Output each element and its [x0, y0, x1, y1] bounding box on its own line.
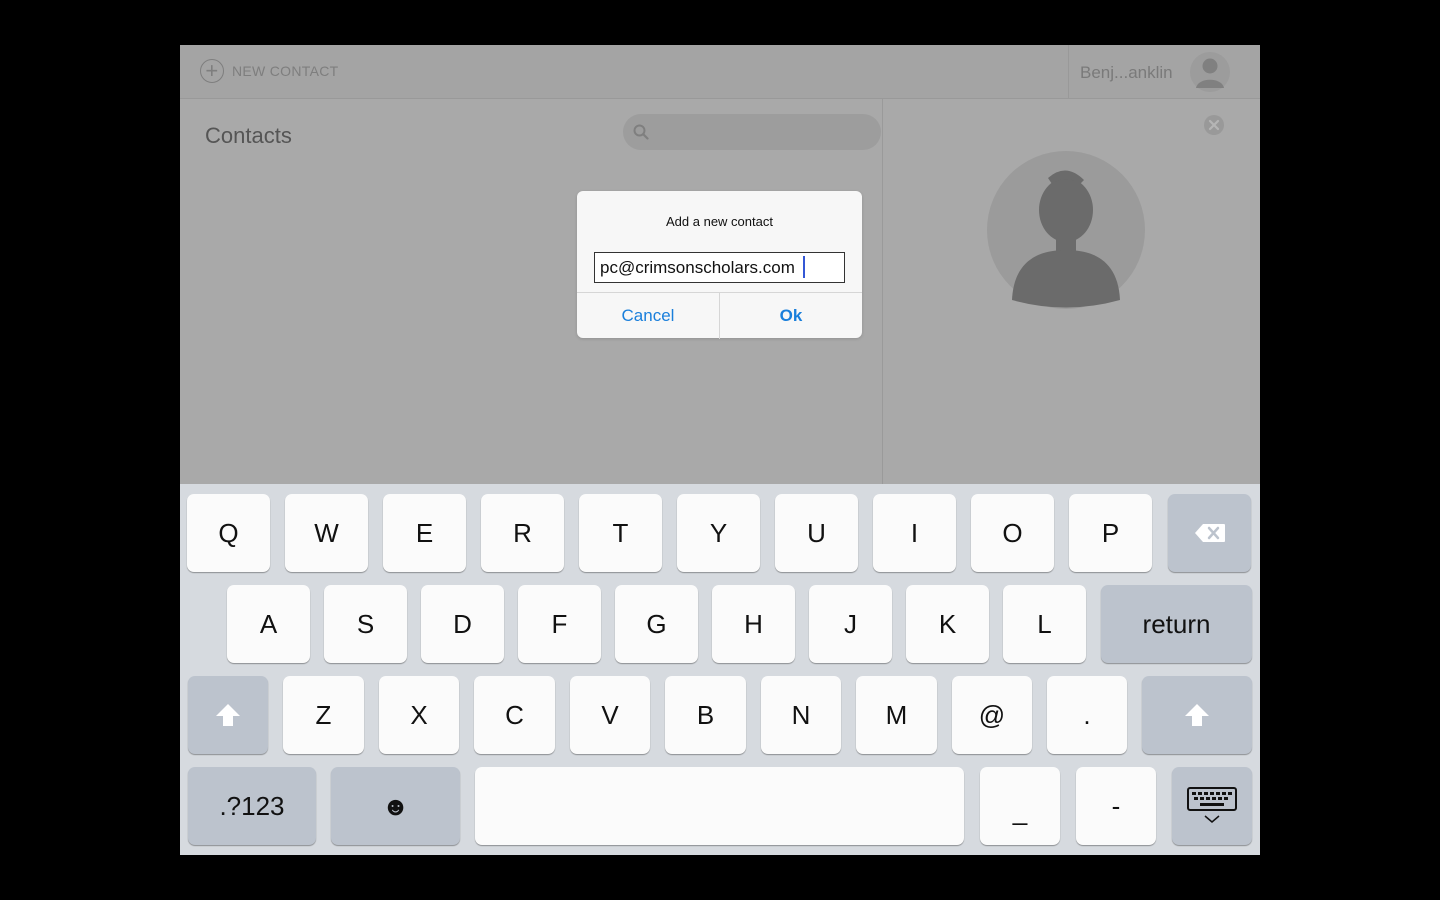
key-g[interactable]: G [615, 585, 698, 663]
key-s[interactable]: S [324, 585, 407, 663]
cancel-button[interactable]: Cancel [577, 293, 720, 339]
backspace-key[interactable] [1168, 494, 1251, 572]
key-m[interactable]: M [856, 676, 937, 754]
key-r[interactable]: R [481, 494, 564, 572]
key-dash[interactable]: - [1076, 767, 1156, 845]
key-c[interactable]: C [474, 676, 555, 754]
hide-keyboard-key[interactable] [1172, 767, 1252, 845]
shift-icon [1185, 704, 1209, 726]
shift-key-left[interactable] [188, 676, 268, 754]
key-z[interactable]: Z [283, 676, 364, 754]
key-e[interactable]: E [383, 494, 466, 572]
emoji-key[interactable]: ☻ [331, 767, 460, 845]
new-contact-button[interactable]: + NEW CONTACT [200, 58, 338, 84]
add-contact-dialog: Add a new contact Cancel Ok [577, 191, 862, 339]
space-key[interactable] [475, 767, 964, 845]
key-v[interactable]: V [570, 676, 650, 754]
dialog-title: Add a new contact [666, 214, 773, 229]
text-cursor [803, 256, 805, 278]
emoji-icon: ☻ [381, 790, 410, 821]
shift-icon [216, 704, 240, 726]
app-screen: + NEW CONTACT Benj...anklin Contacts Add… [180, 45, 1260, 855]
email-field[interactable] [594, 252, 845, 283]
close-circle-icon[interactable] [1203, 114, 1225, 136]
user-menu[interactable]: Benj...anklin [1068, 45, 1260, 98]
key-p[interactable]: P [1069, 494, 1152, 572]
plus-circle-icon: + [200, 59, 224, 83]
search-icon [633, 124, 649, 140]
ok-button[interactable]: Ok [720, 293, 862, 339]
keyboard-dismiss-icon [1187, 787, 1237, 823]
key-x[interactable]: X [379, 676, 459, 754]
key-h[interactable]: H [712, 585, 795, 663]
search-input[interactable] [623, 114, 881, 150]
key-q[interactable]: Q [187, 494, 270, 572]
key-a[interactable]: A [227, 585, 310, 663]
key-n[interactable]: N [761, 676, 841, 754]
key-l[interactable]: L [1003, 585, 1086, 663]
key-i[interactable]: I [873, 494, 956, 572]
key-u[interactable]: U [775, 494, 858, 572]
new-contact-label: NEW CONTACT [232, 63, 339, 79]
profile-picture [987, 151, 1145, 309]
numbers-key[interactable]: .?123 [188, 767, 316, 845]
key-f[interactable]: F [518, 585, 601, 663]
user-name: Benj...anklin [1080, 63, 1173, 82]
key-j[interactable]: J [809, 585, 892, 663]
key-d[interactable]: D [421, 585, 504, 663]
shift-key-right[interactable] [1142, 676, 1252, 754]
top-bar: + NEW CONTACT Benj...anklin [180, 45, 1260, 99]
return-key[interactable]: return [1101, 585, 1252, 663]
key-period[interactable]: . [1047, 676, 1127, 754]
key-at[interactable]: @ [952, 676, 1032, 754]
on-screen-keyboard: Q W E R T Y U I O P A S D F G H J K L re… [180, 484, 1260, 855]
key-t[interactable]: T [579, 494, 662, 572]
key-o[interactable]: O [971, 494, 1054, 572]
person-icon [1190, 52, 1230, 92]
backspace-icon [1194, 524, 1225, 542]
key-underscore[interactable]: _ [980, 767, 1060, 845]
key-y[interactable]: Y [677, 494, 760, 572]
key-w[interactable]: W [285, 494, 368, 572]
key-b[interactable]: B [665, 676, 746, 754]
dialog-buttons: Cancel Ok [577, 292, 862, 339]
key-k[interactable]: K [906, 585, 989, 663]
page-title: Contacts [205, 123, 292, 148]
